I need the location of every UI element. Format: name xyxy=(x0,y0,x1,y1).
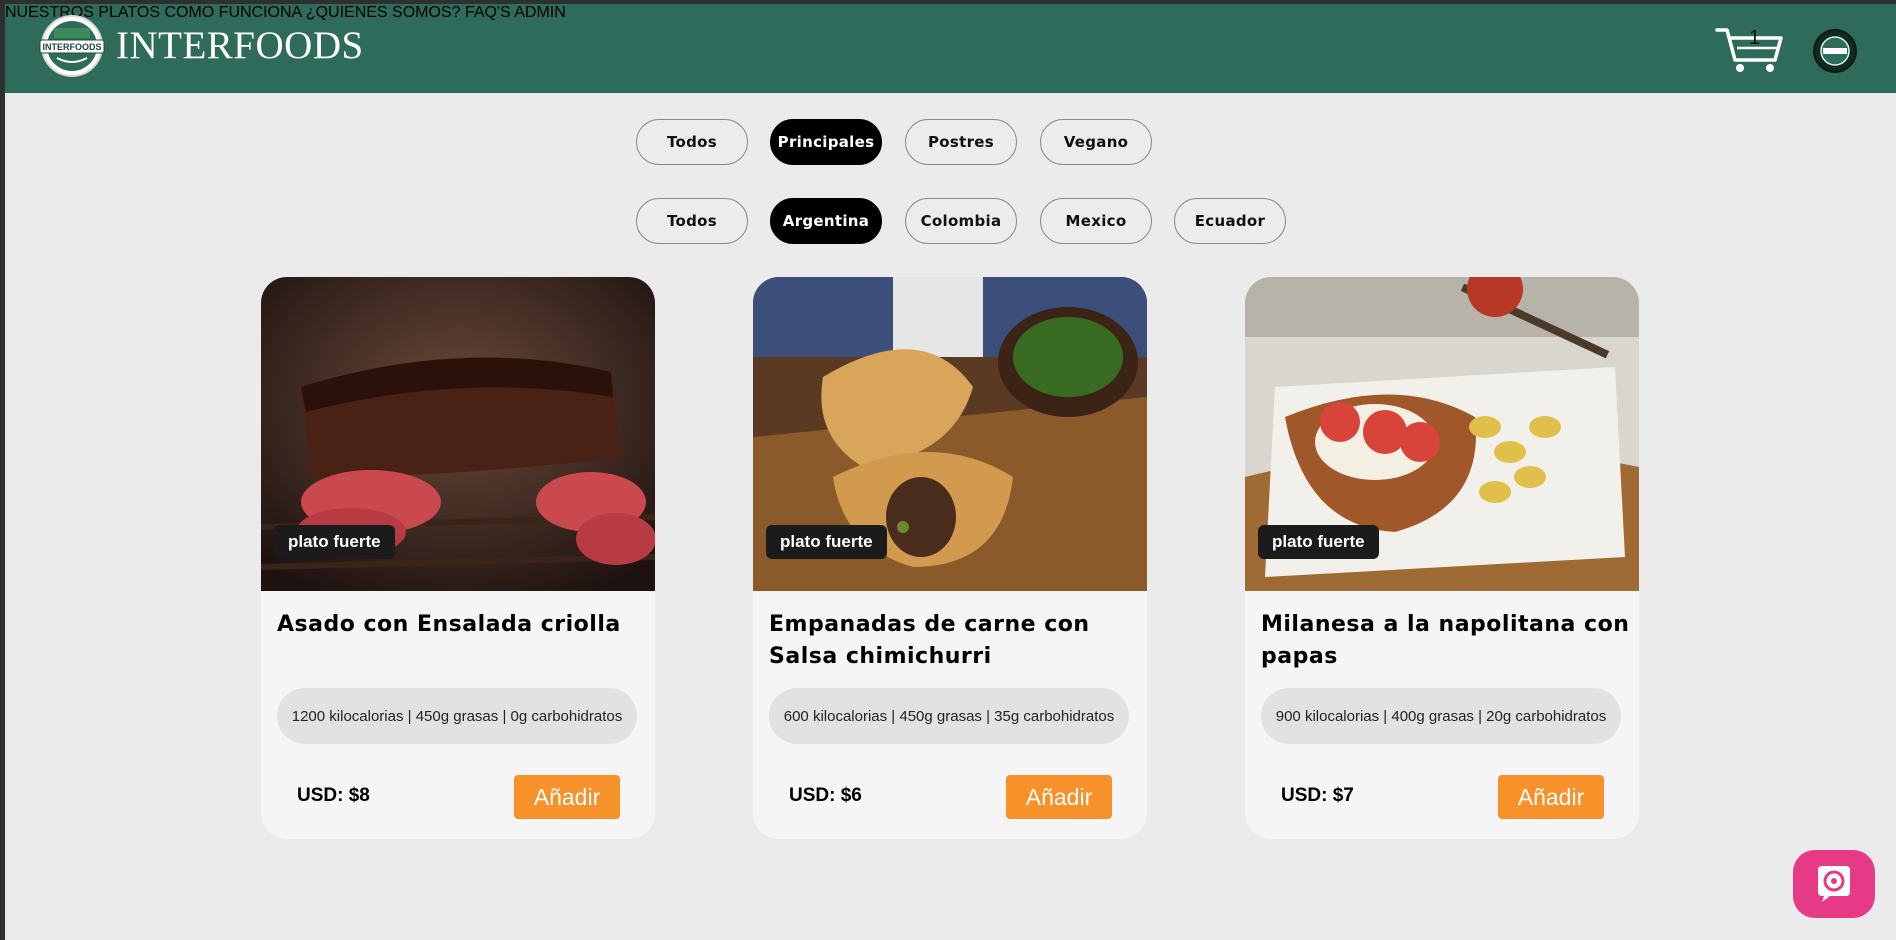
filter-country-colombia[interactable]: Colombia xyxy=(905,198,1017,244)
logo-text: INTERFOODS xyxy=(42,42,101,52)
dish-card[interactable]: plato fuerte Milanesa a la napolitana co… xyxy=(1245,277,1639,839)
filter-country-argentina[interactable]: Argentina xyxy=(770,198,882,244)
nav-como-funciona[interactable]: COMO FUNCIONA xyxy=(164,4,301,21)
filter-category-vegano[interactable]: Vegano xyxy=(1040,119,1152,165)
dish-tag: plato fuerte xyxy=(274,525,395,559)
app-frame: INTERFOODS INTERFOODS NUESTROS PLATOS CO… xyxy=(5,4,1896,940)
chat-help-button[interactable] xyxy=(1793,850,1875,918)
avatar-logo-icon xyxy=(1820,36,1850,66)
nav-admin[interactable]: ADMIN xyxy=(514,4,566,21)
filter-country-mexico[interactable]: Mexico xyxy=(1040,198,1152,244)
dish-nutrition: 600 kilocalorias | 450g grasas | 35g car… xyxy=(769,688,1129,744)
dish-name: Milanesa a la napolitana con papas xyxy=(1261,612,1630,669)
dish-nutrition: 1200 kilocalorias | 450g grasas | 0g car… xyxy=(277,688,637,744)
filter-category-principales[interactable]: Principales xyxy=(770,119,882,165)
filter-country-ecuador[interactable]: Ecuador xyxy=(1174,198,1286,244)
dish-name: Empanadas de carne con Salsa chimichurri xyxy=(769,612,1090,669)
filter-category-postres[interactable]: Postres xyxy=(905,119,1017,165)
add-to-cart-button[interactable]: Añadir xyxy=(1498,775,1604,819)
filter-country-todos[interactable]: Todos xyxy=(636,198,748,244)
add-to-cart-button[interactable]: Añadir xyxy=(1006,775,1112,819)
dish-card[interactable]: plato fuerte Asado con Ensalada criolla … xyxy=(261,277,655,839)
header-bar: INTERFOODS INTERFOODS NUESTROS PLATOS CO… xyxy=(5,4,1896,93)
dish-name: Asado con Ensalada criolla xyxy=(277,612,621,637)
cart-count-badge: 1 xyxy=(1749,27,1761,49)
dish-price: USD: $7 xyxy=(1281,785,1354,806)
user-avatar[interactable] xyxy=(1813,29,1857,73)
brand-name[interactable]: INTERFOODS xyxy=(116,26,364,65)
interfoods-logo[interactable]: INTERFOODS xyxy=(37,14,107,78)
dish-tag: plato fuerte xyxy=(1258,525,1379,559)
dish-nutrition: 900 kilocalorias | 400g grasas | 20g car… xyxy=(1261,688,1621,744)
filter-category-todos[interactable]: Todos xyxy=(636,119,748,165)
chat-help-icon xyxy=(1818,866,1850,902)
add-to-cart-button[interactable]: Añadir xyxy=(514,775,620,819)
dish-price: USD: $6 xyxy=(789,785,862,806)
dish-card[interactable]: plato fuerte Empanadas de carne con Sals… xyxy=(753,277,1147,839)
nav-quienes-somos[interactable]: ¿QUIENES SOMOS? xyxy=(306,4,461,21)
dish-tag: plato fuerte xyxy=(766,525,887,559)
nav-faqs[interactable]: FAQ'S xyxy=(465,4,511,21)
dish-price: USD: $8 xyxy=(297,785,370,806)
